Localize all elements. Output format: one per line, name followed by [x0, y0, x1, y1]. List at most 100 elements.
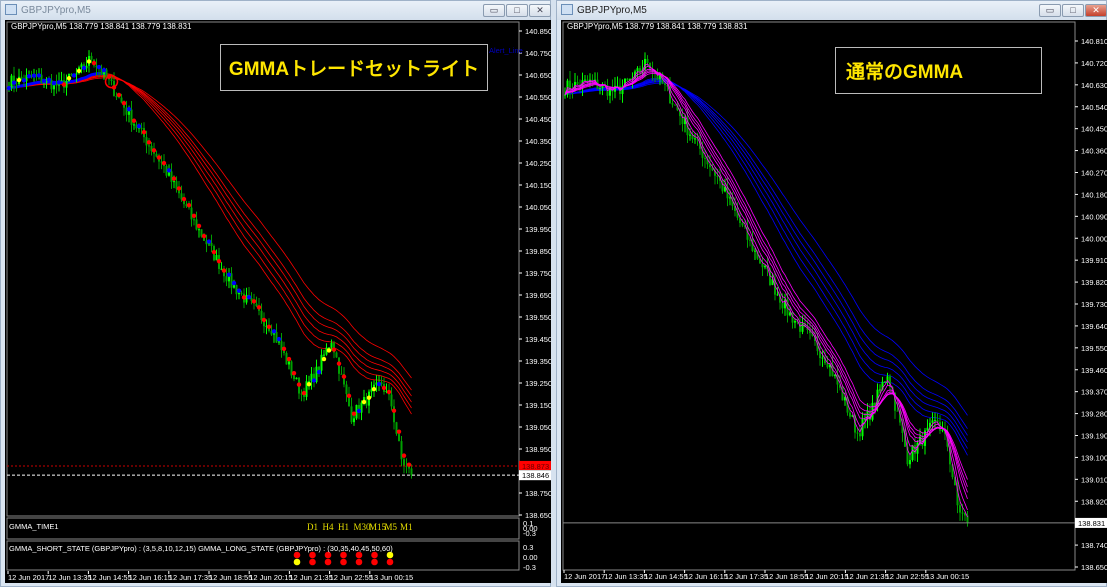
price-tick-label: 139.730: [1081, 300, 1107, 309]
short-state-dot: [301, 390, 307, 396]
candle-body: [961, 512, 964, 514]
candle-body: [288, 361, 290, 365]
short-state-dot: [31, 73, 37, 78]
short-state-dot: [71, 73, 77, 78]
long-state-dot: [371, 558, 378, 566]
chart-area[interactable]: 140.810 140.720 140.630 140.540 140.450 140.3…: [561, 20, 1107, 583]
short-state-dot: [141, 129, 147, 135]
time-tick-label: 12 Jun 14:55: [644, 572, 687, 581]
short-state-dot: [261, 317, 267, 323]
short-state-dot: [66, 76, 72, 81]
time-tick-label: 12 Jun 13:35: [48, 573, 91, 582]
price-tick-label: 140.450: [1081, 125, 1107, 134]
price-tick-label: 139.190: [1081, 432, 1107, 441]
short-state-dot: [331, 347, 337, 352]
time-pane-scale: -0.3: [523, 529, 536, 538]
candle-body: [671, 103, 674, 105]
time-tick-label: 12 Jun 17:35: [725, 572, 768, 581]
price-tick-label: 139.010: [1081, 475, 1107, 484]
price-tick-label: 138.650: [1081, 563, 1107, 572]
short-state-dot: [181, 196, 187, 202]
candle-body: [50, 79, 53, 90]
short-ema-line: [564, 71, 968, 487]
timeframe-label: M15: [369, 522, 387, 532]
candle-body: [599, 88, 601, 90]
candle-body: [353, 418, 355, 423]
short-state-dot: [86, 59, 92, 64]
candle-body: [934, 420, 936, 422]
time-tick-label: 12 Jun 16:15: [129, 573, 172, 582]
short-state-dot: [296, 382, 302, 387]
chart-area[interactable]: 140.850 140.750 140.650 140.550 140.450 140.3…: [5, 20, 551, 583]
short-state-dot: [391, 408, 397, 413]
time-tick-label: 12 Jun 2017: [8, 573, 49, 582]
close-button[interactable]: ✕: [1085, 4, 1107, 17]
maximize-button[interactable]: □: [506, 4, 528, 17]
candle-body: [20, 76, 23, 79]
short-state-dot: [96, 64, 102, 70]
candle-body: [821, 357, 824, 359]
price-tick-label: 140.360: [1081, 147, 1107, 156]
price-tick-label: 140.720: [1081, 59, 1107, 68]
long-ema-line: [564, 78, 968, 449]
current-price-label: 138.846: [522, 471, 549, 480]
price-tick-label: 139.640: [1081, 322, 1107, 331]
short-state-dot: [341, 374, 347, 379]
candle-body: [896, 410, 899, 412]
short-state-dot: [206, 239, 212, 244]
price-tick-label: 139.820: [1081, 278, 1107, 287]
candle-body: [584, 79, 586, 81]
short-state-dot: [16, 77, 22, 83]
short-state-dot: [196, 223, 202, 229]
candle-body: [754, 250, 756, 252]
short-state-dot: [276, 336, 282, 342]
short-ema-line: [564, 70, 968, 493]
price-tick-label: 139.650: [525, 291, 551, 300]
time-tick-label: 12 Jun 18:55: [209, 573, 252, 582]
minimize-button[interactable]: ▭: [1039, 4, 1061, 17]
candle-body: [255, 303, 258, 307]
candle-body: [233, 285, 235, 288]
candle-body: [931, 420, 934, 423]
long-ema-line: [564, 77, 968, 456]
candle-body: [716, 175, 719, 177]
short-state-dot: [156, 155, 162, 160]
time-tick-label: 12 Jun 16:15: [685, 572, 728, 581]
maximize-button[interactable]: □: [1062, 4, 1084, 17]
short-state-dot: [321, 356, 327, 362]
candle-body: [130, 109, 133, 125]
candle-body: [293, 375, 295, 380]
price-tick-label: 139.550: [1081, 344, 1107, 353]
time-tick-label: 12 Jun 22:55: [886, 572, 929, 581]
long-state-dot: [355, 558, 363, 566]
candle-body: [275, 331, 278, 343]
short-state-dot: [286, 356, 292, 362]
short-state-dot: [161, 160, 167, 166]
short-state-dot: [36, 73, 42, 78]
candle-body: [636, 68, 639, 72]
window-title: GBPJPYpro,M5: [577, 5, 647, 16]
price-tick-label: 140.180: [1081, 190, 1107, 199]
price-tick-label: 139.150: [525, 401, 551, 410]
minimize-button[interactable]: ▭: [483, 4, 505, 17]
long-ema-line: [564, 79, 968, 443]
short-state-dot: [256, 305, 262, 310]
current-price-label: 138.831: [1078, 519, 1105, 528]
price-tick-label: 140.000: [1081, 234, 1107, 243]
plot-frame: [6, 21, 520, 517]
long-state-dot: [324, 558, 332, 566]
short-state-dot: [76, 68, 82, 74]
candle-body: [856, 432, 859, 434]
short-state-dot: [126, 107, 132, 112]
timeframe-label: M30: [353, 522, 371, 532]
short-state-dot: [26, 74, 32, 79]
chart-label: GMMAトレードセットライト: [220, 44, 488, 91]
close-button[interactable]: ✕: [529, 4, 551, 17]
short-state-dot: [81, 65, 87, 71]
short-state-dot: [121, 100, 127, 106]
short-state-dot: [351, 411, 357, 416]
timeframe-label: D1: [307, 522, 318, 532]
short-state-dot: [336, 361, 342, 366]
short-state-dot: [386, 389, 392, 395]
candle-body: [278, 341, 280, 343]
